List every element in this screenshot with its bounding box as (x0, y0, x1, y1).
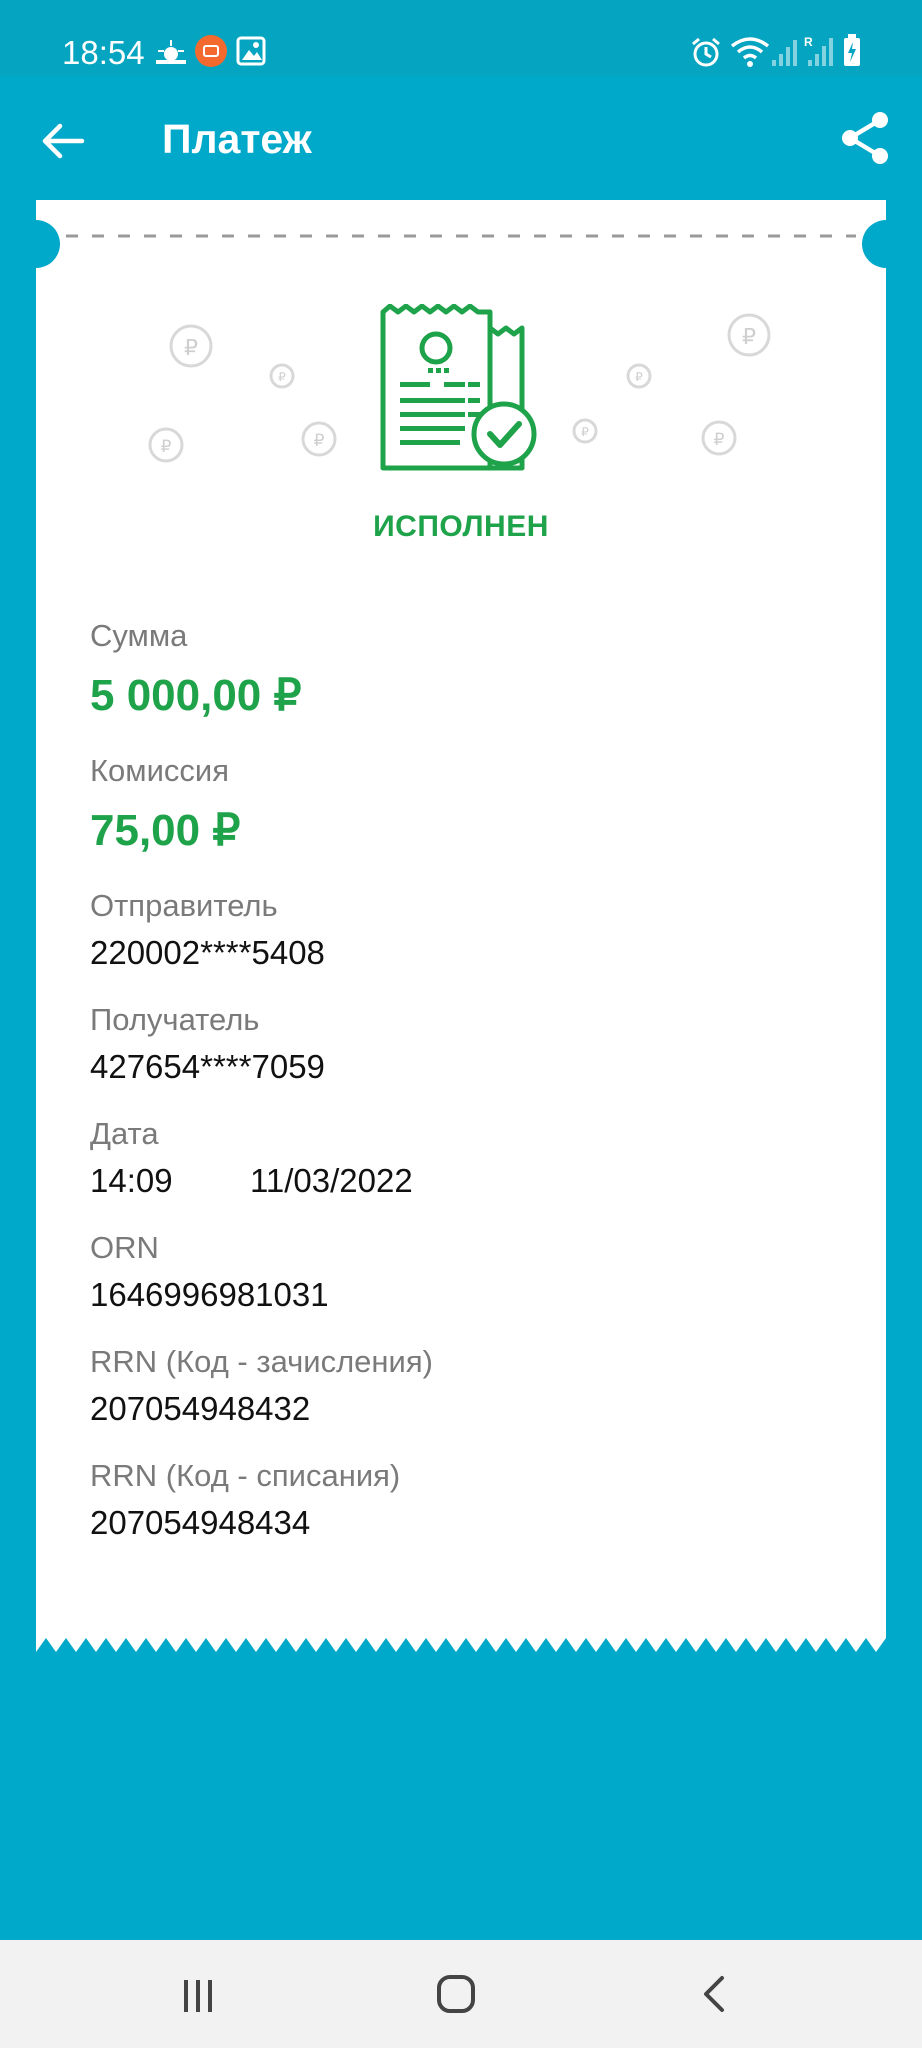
share-icon[interactable] (838, 110, 894, 166)
recipient-value: 427654****7059 (90, 1048, 325, 1085)
battery-icon (844, 34, 860, 66)
svg-text:₽: ₽ (714, 430, 725, 449)
arrow-left-icon[interactable] (38, 116, 88, 166)
svg-text:₽: ₽ (742, 324, 756, 349)
system-nav-bar (0, 1940, 922, 2048)
time-value: 14:09 (90, 1162, 173, 1199)
date-label: Дата (90, 1116, 159, 1151)
sender-label: Отправитель (90, 888, 278, 923)
gallery-icon (236, 36, 266, 66)
svg-text:₽: ₽ (314, 431, 325, 450)
date-value: 11/03/2022 (250, 1162, 413, 1199)
wifi-icon (730, 37, 770, 67)
commission-value: 75,00 ₽ (90, 806, 241, 855)
alarm-icon (692, 37, 720, 67)
commission-label: Комиссия (90, 753, 230, 788)
signal-icon (772, 40, 797, 66)
recipient-label: Получатель (90, 1002, 260, 1037)
svg-text:₽: ₽ (635, 370, 643, 384)
rrn-credit-label: RRN (Код - зачисления) (90, 1344, 433, 1379)
page-title: Платеж (162, 116, 312, 162)
rrn-debit-value: 207054948434 (90, 1504, 311, 1541)
rrn-credit-value: 207054948432 (90, 1390, 311, 1427)
roaming-signal-icon: R (804, 35, 833, 66)
svg-text:₽: ₽ (581, 425, 589, 439)
nav-back-icon[interactable] (700, 1974, 728, 2014)
payment-status: ИСПОЛНЕН (373, 510, 549, 543)
svg-text:₽: ₽ (184, 335, 198, 360)
amount-value: 5 000,00 ₽ (90, 671, 302, 720)
orn-value: 1646996981031 (90, 1276, 329, 1313)
amount-label: Сумма (90, 618, 188, 653)
status-bar: 18:54 R (0, 0, 922, 76)
status-time: 18:54 (62, 34, 145, 71)
weather-icon (156, 40, 186, 64)
app-bar: Платеж (0, 76, 922, 200)
sender-value: 220002****5408 (90, 934, 325, 971)
home-icon[interactable] (436, 1974, 476, 2014)
rrn-debit-label: RRN (Код - списания) (90, 1458, 401, 1493)
recent-apps-icon[interactable] (180, 1978, 216, 2014)
svg-text:R: R (804, 35, 813, 49)
app-notification-icon (195, 35, 227, 67)
orn-label: ORN (90, 1230, 159, 1265)
receipt-check-icon (380, 304, 537, 471)
svg-text:₽: ₽ (278, 370, 286, 384)
svg-text:₽: ₽ (161, 437, 172, 456)
